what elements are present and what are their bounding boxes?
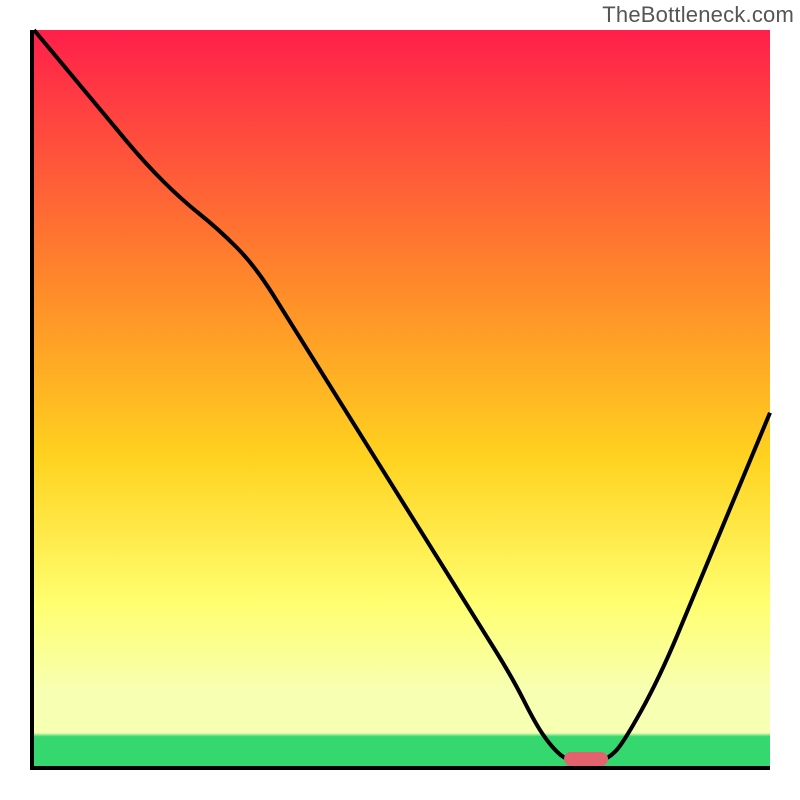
bottleneck-curve-path (34, 30, 770, 762)
watermark-text: TheBottleneck.com (602, 2, 794, 28)
chart-axes-frame (30, 30, 770, 770)
chart-curve (34, 30, 770, 766)
optimal-range-marker (564, 752, 608, 766)
